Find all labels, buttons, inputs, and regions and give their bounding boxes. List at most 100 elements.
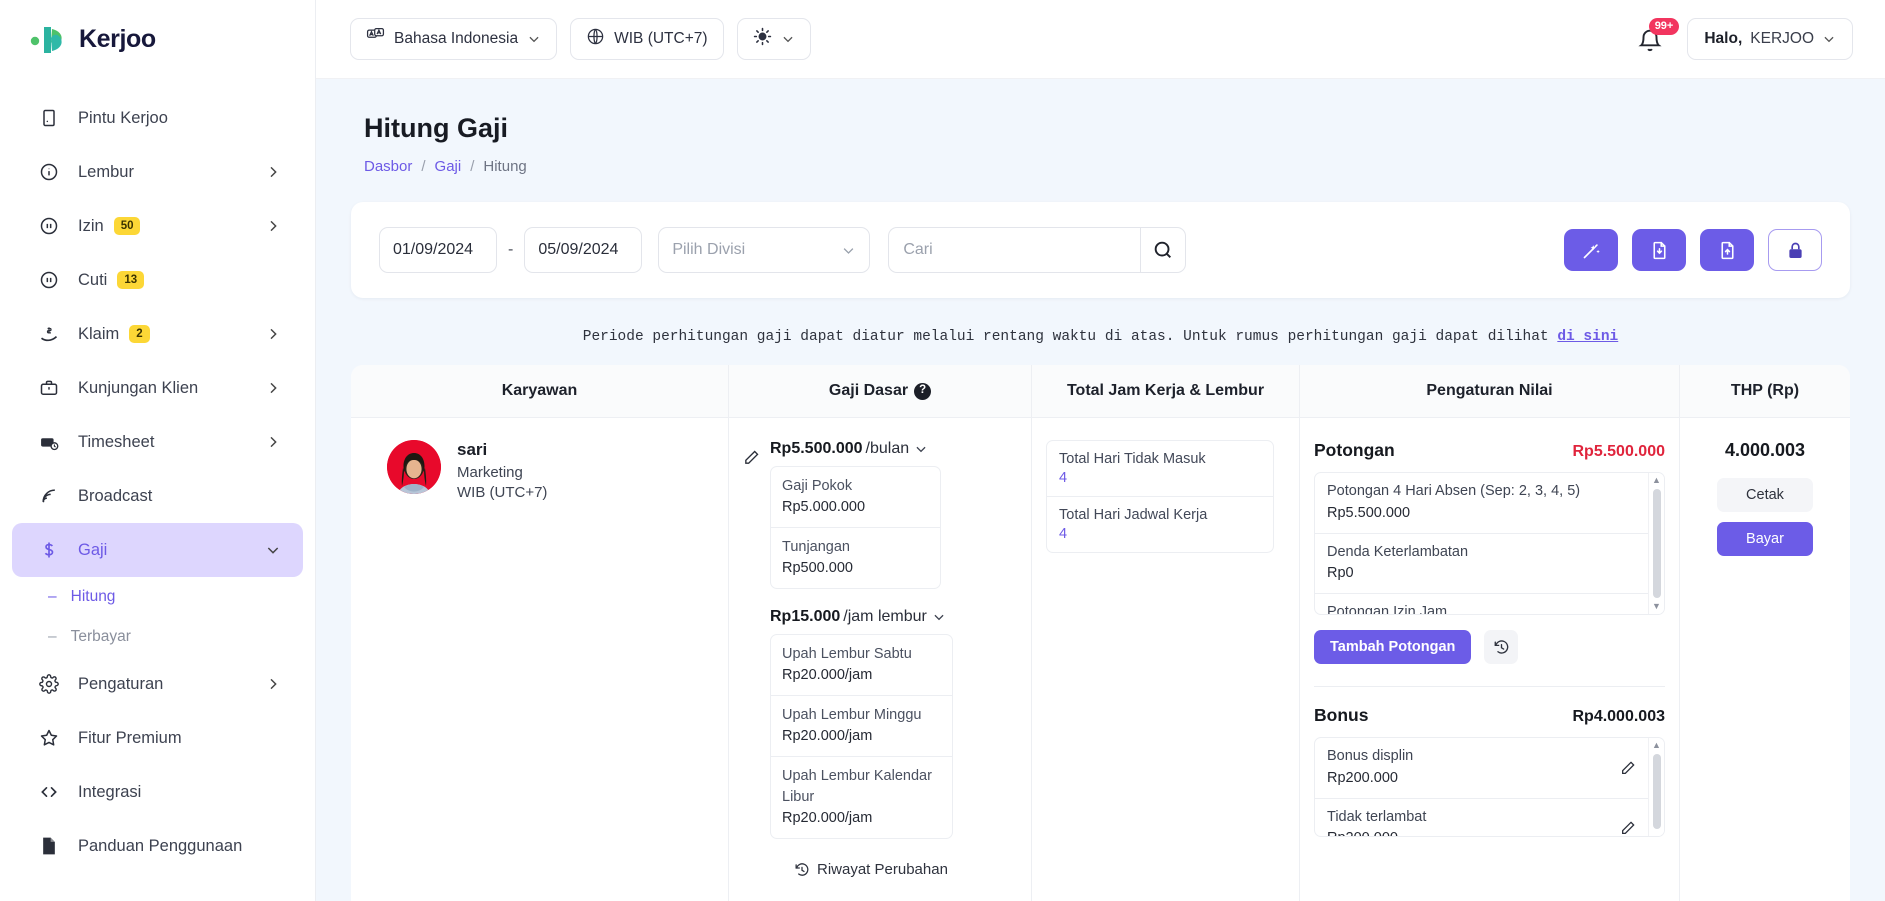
scrollbar-thumb[interactable] [1652, 489, 1661, 598]
breadcrumb-gaji[interactable]: Gaji [435, 158, 462, 175]
bonus-scrollbar[interactable]: ▲ [1648, 738, 1664, 836]
overtime-breakdown-item: Upah Lembur Kalendar Libur Rp20.000/jam [771, 757, 952, 838]
date-end-input[interactable] [524, 227, 643, 273]
sidebar-badge-klaim: 2 [129, 324, 150, 344]
scroll-down-icon[interactable]: ▼ [1652, 602, 1661, 611]
search-input[interactable] [888, 227, 1141, 273]
chevron-down-icon [1824, 36, 1834, 43]
sidebar-subitem-hitung[interactable]: – Hitung [0, 577, 315, 617]
pause-circle-icon [38, 269, 60, 291]
chevron-right-icon [265, 380, 281, 396]
cetak-button[interactable]: Cetak [1717, 478, 1813, 512]
column-header-karyawan: Karyawan [351, 365, 729, 417]
division-select[interactable]: Pilih Divisi [658, 227, 871, 273]
sidebar-item-label: Kunjungan Klien [78, 378, 199, 397]
lock-button[interactable] [1768, 229, 1822, 271]
scroll-up-icon[interactable]: ▲ [1652, 741, 1661, 750]
breadcrumb-separator: / [421, 158, 426, 175]
sidebar-item-kunjungan-klien[interactable]: Kunjungan Klien [12, 361, 303, 415]
sidebar-item-timesheet[interactable]: Timesheet [12, 415, 303, 469]
date-start-input[interactable] [379, 227, 497, 273]
code-icon [38, 781, 60, 803]
tambah-potongan-button[interactable]: Tambah Potongan [1314, 630, 1472, 664]
sidebar-item-lembur[interactable]: Lembur [12, 145, 303, 199]
timezone-label: WIB (UTC+7) [614, 30, 708, 47]
language-selector[interactable]: Bahasa Indonesia [350, 18, 558, 60]
edit-pencil-icon[interactable] [1620, 820, 1636, 836]
gear-icon [38, 673, 60, 695]
sidebar-item-pintu-kerjoo[interactable]: Pintu Kerjoo [12, 91, 303, 145]
chevron-down-icon [783, 36, 793, 43]
theme-toggle[interactable] [736, 18, 811, 60]
sidebar-item-label: Panduan Penggunaan [78, 836, 243, 855]
breadcrumb-separator: / [470, 158, 475, 175]
sidebar-item-broadcast[interactable]: Broadcast [12, 469, 303, 523]
main-area: Bahasa Indonesia WIB (UTC+7) 99+ Halo, K… [316, 0, 1885, 901]
app-root: Kerjoo Pintu Kerjoo Lembur Izin 50 Cuti … [0, 0, 1885, 901]
user-menu[interactable]: Halo, KERJOO [1687, 18, 1853, 60]
breadcrumb-dasbor[interactable]: Dasbor [364, 158, 412, 175]
monthly-salary-toggle[interactable]: Rp5.500.000/bulan [770, 440, 953, 458]
sidebar-item-panduan-penggunaan[interactable]: Panduan Penggunaan [12, 819, 303, 873]
chevron-down-icon [934, 614, 944, 621]
item-value: Rp5.500.000 [1327, 504, 1411, 521]
cell-karyawan: sari Marketing WIB (UTC+7) [351, 418, 729, 901]
potongan-scrollbar[interactable]: ▲ ▼ [1648, 473, 1664, 614]
hand-money-icon [38, 323, 60, 345]
sidebar-item-label: Pengaturan [78, 674, 164, 693]
bonus-item: Tidak terlambat Rp200.000 [1315, 799, 1648, 836]
sidebar-item-izin[interactable]: Izin 50 [12, 199, 303, 253]
bonus-total: Rp4.000.003 [1572, 708, 1665, 725]
potongan-list-inner: Potongan 4 Hari Absen (Sep: 2, 3, 4, 5) … [1315, 473, 1648, 614]
sidebar-item-klaim[interactable]: Klaim 2 [12, 307, 303, 361]
search-button[interactable] [1140, 227, 1187, 273]
cell-gaji-dasar: Rp5.500.000/bulan Gaji Pokok Rp5.000.000 [729, 418, 1032, 901]
download-file-button[interactable] [1632, 229, 1686, 271]
bonus-title: Bonus [1314, 705, 1369, 725]
notifications-button[interactable]: 99+ [1637, 18, 1680, 56]
cell-total-jam: Total Hari Tidak Masuk 4 Total Hari Jadw… [1032, 418, 1300, 901]
bayar-button[interactable]: Bayar [1717, 522, 1813, 556]
topbar: Bahasa Indonesia WIB (UTC+7) 99+ Halo, K… [316, 0, 1885, 79]
scrollbar-thumb[interactable] [1652, 754, 1661, 829]
sidebar-subitem-label: Hitung [70, 588, 116, 605]
edit-pencil-icon[interactable] [1620, 760, 1636, 776]
sidebar-item-fitur-premium[interactable]: Fitur Premium [12, 711, 303, 765]
riwayat-perubahan-button[interactable]: Riwayat Perubahan [770, 861, 948, 878]
edit-pencil-icon[interactable] [743, 449, 760, 466]
sidebar-item-label: Timesheet [78, 432, 155, 451]
potongan-header: Potongan Rp5.500.000 [1314, 440, 1665, 461]
sidebar-subitem-terbayar[interactable]: – Terbayar [0, 617, 315, 657]
item-text: Bonus displin Rp200.000 [1327, 746, 1413, 790]
potongan-history-button[interactable] [1484, 630, 1519, 664]
info-icon [38, 161, 60, 183]
brand-logo[interactable]: Kerjoo [0, 0, 315, 79]
magic-wand-button[interactable] [1564, 229, 1618, 271]
pdf-icon [38, 835, 60, 857]
info-note-link[interactable]: di sini [1557, 329, 1618, 345]
item-label: Total Hari Jadwal Kerja [1059, 507, 1208, 523]
sidebar-item-label: Klaim [78, 324, 120, 343]
overtime-rate-toggle[interactable]: Rp15.000/jam lembur [770, 608, 953, 626]
upload-file-button[interactable] [1700, 229, 1754, 271]
sidebar-item-integrasi[interactable]: Integrasi [12, 765, 303, 819]
sidebar-item-label: Pintu Kerjoo [78, 108, 168, 127]
sidebar-item-label: Integrasi [78, 782, 142, 801]
brand-name: Kerjoo [79, 25, 156, 53]
star-icon [38, 727, 60, 749]
overtime-rate-amount: Rp15.000 [770, 608, 841, 626]
sidebar-item-gaji[interactable]: Gaji [12, 523, 303, 577]
table-row: sari Marketing WIB (UTC+7) Rp5.500.000 /… [351, 418, 1850, 901]
potongan-title: Potongan [1314, 440, 1395, 460]
hours-item: Total Hari Jadwal Kerja 4 [1047, 497, 1273, 552]
overtime-rate-unit: /jam lembur [843, 608, 927, 626]
scroll-up-icon[interactable]: ▲ [1652, 476, 1661, 485]
timezone-selector[interactable]: WIB (UTC+7) [570, 18, 724, 60]
help-icon[interactable]: ? [914, 382, 932, 400]
language-label: Bahasa Indonesia [394, 30, 519, 47]
chevron-right-icon [265, 218, 281, 234]
sidebar-item-cuti[interactable]: Cuti 13 [12, 253, 303, 307]
dash-icon: – [48, 628, 57, 645]
sidebar-item-pengaturan[interactable]: Pengaturan [12, 657, 303, 711]
sidebar-nav: Pintu Kerjoo Lembur Izin 50 Cuti 13 Klai… [0, 79, 315, 901]
